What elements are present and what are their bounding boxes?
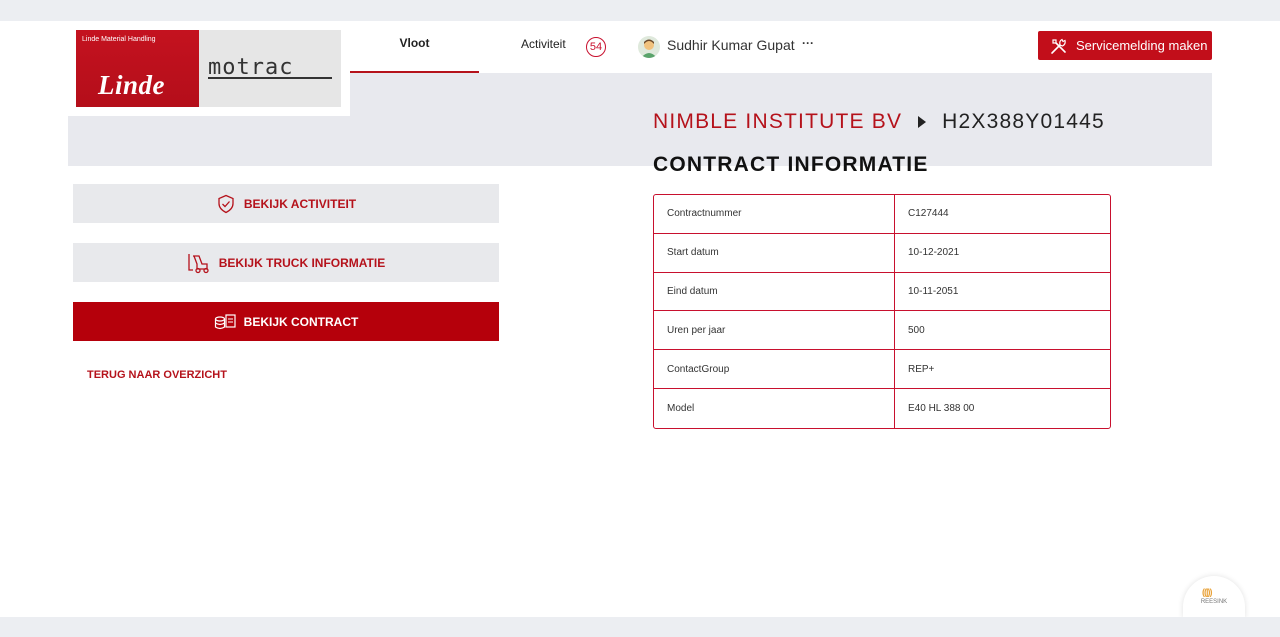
breadcrumb: NIMBLE INSTITUTE BV H2X388Y01445 — [653, 110, 1105, 134]
row-key: Contractnummer — [654, 195, 895, 234]
page-title: CONTRACT INFORMATIE — [653, 153, 929, 176]
breadcrumb-serial: H2X388Y01445 — [942, 110, 1105, 133]
forklift-icon — [188, 253, 209, 273]
table-row: Eind datum 10-11-2051 — [654, 272, 1110, 312]
table-row: Contractnummer C127444 — [654, 195, 1110, 234]
motrac-logo-underline — [208, 77, 332, 79]
row-value: 500 — [895, 311, 1110, 351]
more-menu-icon[interactable]: ··· — [802, 36, 814, 50]
user-avatar[interactable] — [638, 36, 660, 58]
row-key: Uren per jaar — [654, 311, 895, 351]
bekijk-truck-informatie-button[interactable]: BEKIJK TRUCK INFORMATIE — [73, 243, 499, 282]
bekijk-activiteit-button[interactable]: BEKIJK ACTIVITEIT — [73, 184, 499, 223]
bekijk-contract-button[interactable]: BEKIJK CONTRACT — [73, 302, 499, 341]
reesink-logo-icon: ((|)) — [1202, 587, 1212, 597]
bekijk-contract-label: BEKIJK CONTRACT — [243, 314, 359, 329]
servicemelding-label: Servicemelding maken — [1076, 38, 1208, 53]
table-row: Uren per jaar 500 — [654, 311, 1110, 351]
row-value: REP+ — [895, 350, 1110, 389]
linde-logo[interactable]: Linde Material Handling Linde — [76, 30, 199, 107]
reesink-label: REESINK — [1200, 599, 1228, 605]
linde-logo-word: Linde — [98, 70, 165, 100]
breadcrumb-arrow-icon — [918, 116, 927, 128]
row-key: Start datum — [654, 233, 895, 273]
bekijk-truck-informatie-label: BEKIJK TRUCK INFORMATIE — [218, 255, 386, 270]
avatar-icon — [638, 36, 660, 58]
reesink-widget[interactable]: ((|)) REESINK — [1183, 576, 1245, 618]
user-name[interactable]: Sudhir Kumar Gupat — [667, 37, 795, 53]
row-value: 10-11-2051 — [895, 273, 1110, 312]
row-key: Eind datum — [654, 272, 895, 312]
contract-info-table: Contractnummer C127444 Start datum 10-12… — [653, 194, 1111, 429]
tools-icon — [1051, 38, 1066, 54]
table-row: ContactGroup REP+ — [654, 350, 1110, 389]
linde-logo-tagline: Linde Material Handling — [82, 36, 156, 43]
breadcrumb-organization[interactable]: NIMBLE INSTITUTE BV — [653, 110, 902, 134]
table-row: Start datum 10-12-2021 — [654, 233, 1110, 273]
tab-vloot-active-indicator — [350, 71, 479, 73]
row-key: Model — [654, 388, 895, 428]
terug-naar-overzicht-link[interactable]: TERUG NAAR OVERZICHT — [87, 369, 227, 381]
servicemelding-button[interactable]: Servicemelding maken — [1038, 31, 1212, 60]
tab-vloot[interactable]: Vloot — [350, 36, 479, 50]
activiteit-count-badge[interactable]: 54 — [586, 37, 606, 57]
tab-activiteit[interactable]: Activiteit — [521, 37, 566, 51]
row-value: 10-12-2021 — [895, 234, 1110, 273]
contract-icon — [214, 313, 236, 329]
row-key: ContactGroup — [654, 350, 895, 389]
bottom-strip — [0, 617, 1280, 637]
top-strip — [0, 0, 1280, 21]
row-value: E40 HL 388 00 — [908, 402, 975, 414]
shield-check-icon — [218, 194, 234, 213]
row-value: C127444 — [895, 195, 1110, 234]
table-row: Model E40 HL 388 00 — [654, 388, 1110, 428]
bekijk-activiteit-label: BEKIJK ACTIVITEIT — [243, 196, 357, 211]
